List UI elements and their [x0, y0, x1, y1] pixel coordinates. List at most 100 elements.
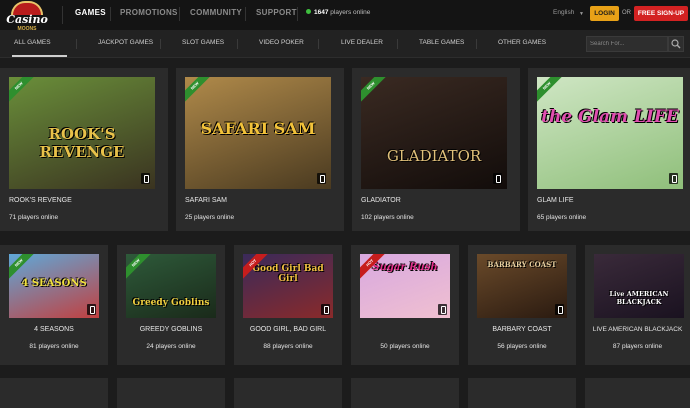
mobile-icon	[87, 304, 96, 315]
search-button[interactable]	[668, 36, 684, 52]
players-count: 24 players online	[146, 343, 196, 350]
game-card-greedy-goblins[interactable]: Greedy Goblins NEW GREEDY GOBLINS 24 pla…	[117, 245, 225, 365]
mobile-icon	[669, 173, 678, 184]
tab-jackpot-games[interactable]: JACKPOT GAMES	[98, 39, 153, 46]
divider	[476, 39, 477, 49]
divider	[76, 39, 77, 49]
game-art-title: ROOK'S REVENGE	[39, 125, 125, 161]
game-card-glam-life[interactable]: the Glam LIFE NEW GLAM LIFE 65 players o…	[528, 68, 690, 231]
players-online: 1647 players online	[306, 9, 370, 16]
game-art	[361, 77, 507, 189]
game-card-gladiator[interactable]: GLADIATOR NEW GLADIATOR 102 players onli…	[352, 68, 520, 231]
search-box[interactable]	[586, 36, 668, 52]
language-selector[interactable]: English	[553, 9, 574, 16]
game-art-title: 4 SEASONS	[21, 278, 87, 289]
divider	[397, 39, 398, 49]
game-art	[537, 77, 683, 189]
tab-other-games[interactable]: OTHER GAMES	[498, 39, 546, 46]
game-name[interactable]: GLADIATOR	[361, 197, 401, 204]
chevron-down-icon[interactable]: ▼	[579, 11, 584, 17]
tab-table-games[interactable]: TABLE GAMES	[419, 39, 464, 46]
nav-community[interactable]: COMMUNITY	[190, 8, 242, 17]
mobile-icon	[141, 173, 150, 184]
mobile-icon	[438, 304, 447, 315]
game-art-title: Greedy Goblins	[132, 298, 210, 308]
players-count: 102 players online	[361, 214, 414, 221]
game-thumbnail[interactable]: GLADIATOR NEW	[361, 77, 507, 189]
game-art-title: BARBARY COAST	[487, 260, 557, 269]
game-name[interactable]: SAFARI SAM	[185, 197, 227, 204]
game-thumbnail[interactable]: 4 SEASONS NEW	[9, 254, 99, 318]
game-card[interactable]	[585, 378, 690, 408]
nav-promotions[interactable]: PROMOTIONS	[120, 8, 178, 17]
game-card[interactable]	[468, 378, 576, 408]
game-card-safari-sam[interactable]: SAFARI SAM NEW SAFARI SAM 25 players onl…	[176, 68, 344, 231]
game-thumbnail[interactable]: Greedy Goblins NEW	[126, 254, 216, 318]
active-tab-indicator	[12, 55, 67, 57]
mobile-icon	[555, 304, 564, 315]
game-name[interactable]: BARBARY COAST	[468, 326, 576, 333]
search-input[interactable]	[590, 38, 666, 50]
or-label: OR	[622, 10, 631, 16]
players-count: 65 players online	[537, 214, 587, 221]
game-name[interactable]: 4 SEASONS	[0, 326, 108, 333]
divider	[179, 7, 180, 21]
mobile-icon	[493, 173, 502, 184]
mobile-icon	[317, 173, 326, 184]
game-card-good-girl-bad-girl[interactable]: Good Girl Bad Girl HOT GOOD GIRL, BAD GI…	[234, 245, 342, 365]
players-count: 81 players online	[29, 343, 79, 350]
game-thumbnail[interactable]: BARBARY COAST	[477, 254, 567, 318]
search-icon	[671, 39, 681, 49]
game-name[interactable]: ROOK'S REVENGE	[9, 197, 72, 204]
players-count: 71 players online	[9, 214, 59, 221]
online-count: 1647	[314, 9, 329, 16]
players-count: 50 players online	[380, 343, 430, 350]
nav-support[interactable]: SUPPORT	[256, 8, 297, 17]
game-art-title: Good Girl Bad Girl	[252, 264, 324, 284]
game-thumbnail[interactable]: Good Girl Bad Girl HOT	[243, 254, 333, 318]
online-text: players online	[330, 9, 371, 16]
game-art-title: Live AMERICAN BLACKJACK	[609, 290, 669, 306]
tab-slot-games[interactable]: SLOT GAMES	[182, 39, 224, 46]
game-card-live-american-blackjack[interactable]: Live AMERICAN BLACKJACK LIVE AMERICAN BL…	[585, 245, 690, 365]
players-count: 25 players online	[185, 214, 235, 221]
players-count: 88 players online	[263, 343, 313, 350]
game-art	[594, 254, 684, 318]
tab-live-dealer[interactable]: LIVE DEALER	[341, 39, 383, 46]
tab-video-poker[interactable]: VIDEO POKER	[259, 39, 304, 46]
game-card[interactable]	[234, 378, 342, 408]
game-card[interactable]	[0, 378, 108, 408]
divider	[62, 6, 63, 24]
game-card[interactable]	[351, 378, 459, 408]
game-name[interactable]: GOOD GIRL, BAD GIRL	[234, 326, 342, 333]
signup-button[interactable]: FREE SIGN-UP	[634, 6, 688, 21]
online-dot-icon	[306, 9, 311, 14]
game-thumbnail[interactable]: SAFARI SAM NEW	[185, 77, 331, 189]
game-card-sugar-rush[interactable]: Sugar Rush HOT 50 players online	[351, 245, 459, 365]
divider	[245, 7, 246, 21]
game-thumbnail[interactable]: Sugar Rush HOT	[360, 254, 450, 318]
divider	[160, 39, 161, 49]
players-count: 87 players online	[612, 343, 663, 350]
game-card-rooks-revenge[interactable]: ROOK'S REVENGE NEW ROOK'S REVENGE 71 pla…	[0, 68, 168, 231]
game-thumbnail[interactable]: the Glam LIFE NEW	[537, 77, 683, 189]
divider	[237, 39, 238, 49]
divider	[318, 39, 319, 49]
divider	[297, 7, 298, 21]
login-button[interactable]: LOGIN	[590, 6, 619, 21]
game-card-4-seasons[interactable]: 4 SEASONS NEW 4 SEASONS 81 players onlin…	[0, 245, 108, 365]
mobile-icon	[321, 304, 330, 315]
nav-games[interactable]: GAMES	[75, 8, 106, 17]
game-name[interactable]: LIVE AMERICAN BLACKJACK	[585, 326, 690, 333]
game-art-title: GLADIATOR	[386, 147, 482, 165]
logo-text: Casino	[6, 13, 48, 26]
game-thumbnail[interactable]: Live AMERICAN BLACKJACK	[594, 254, 684, 318]
game-art-title: SAFARI SAM	[200, 119, 316, 138]
game-card-barbary-coast[interactable]: BARBARY COAST BARBARY COAST 56 players o…	[468, 245, 576, 365]
players-count: 56 players online	[497, 343, 547, 350]
tab-all-games[interactable]: ALL GAMES	[14, 39, 51, 46]
game-name[interactable]: GREEDY GOBLINS	[117, 326, 225, 333]
game-name[interactable]: GLAM LIFE	[537, 197, 574, 204]
game-thumbnail[interactable]: ROOK'S REVENGE NEW	[9, 77, 155, 189]
game-card[interactable]	[117, 378, 225, 408]
